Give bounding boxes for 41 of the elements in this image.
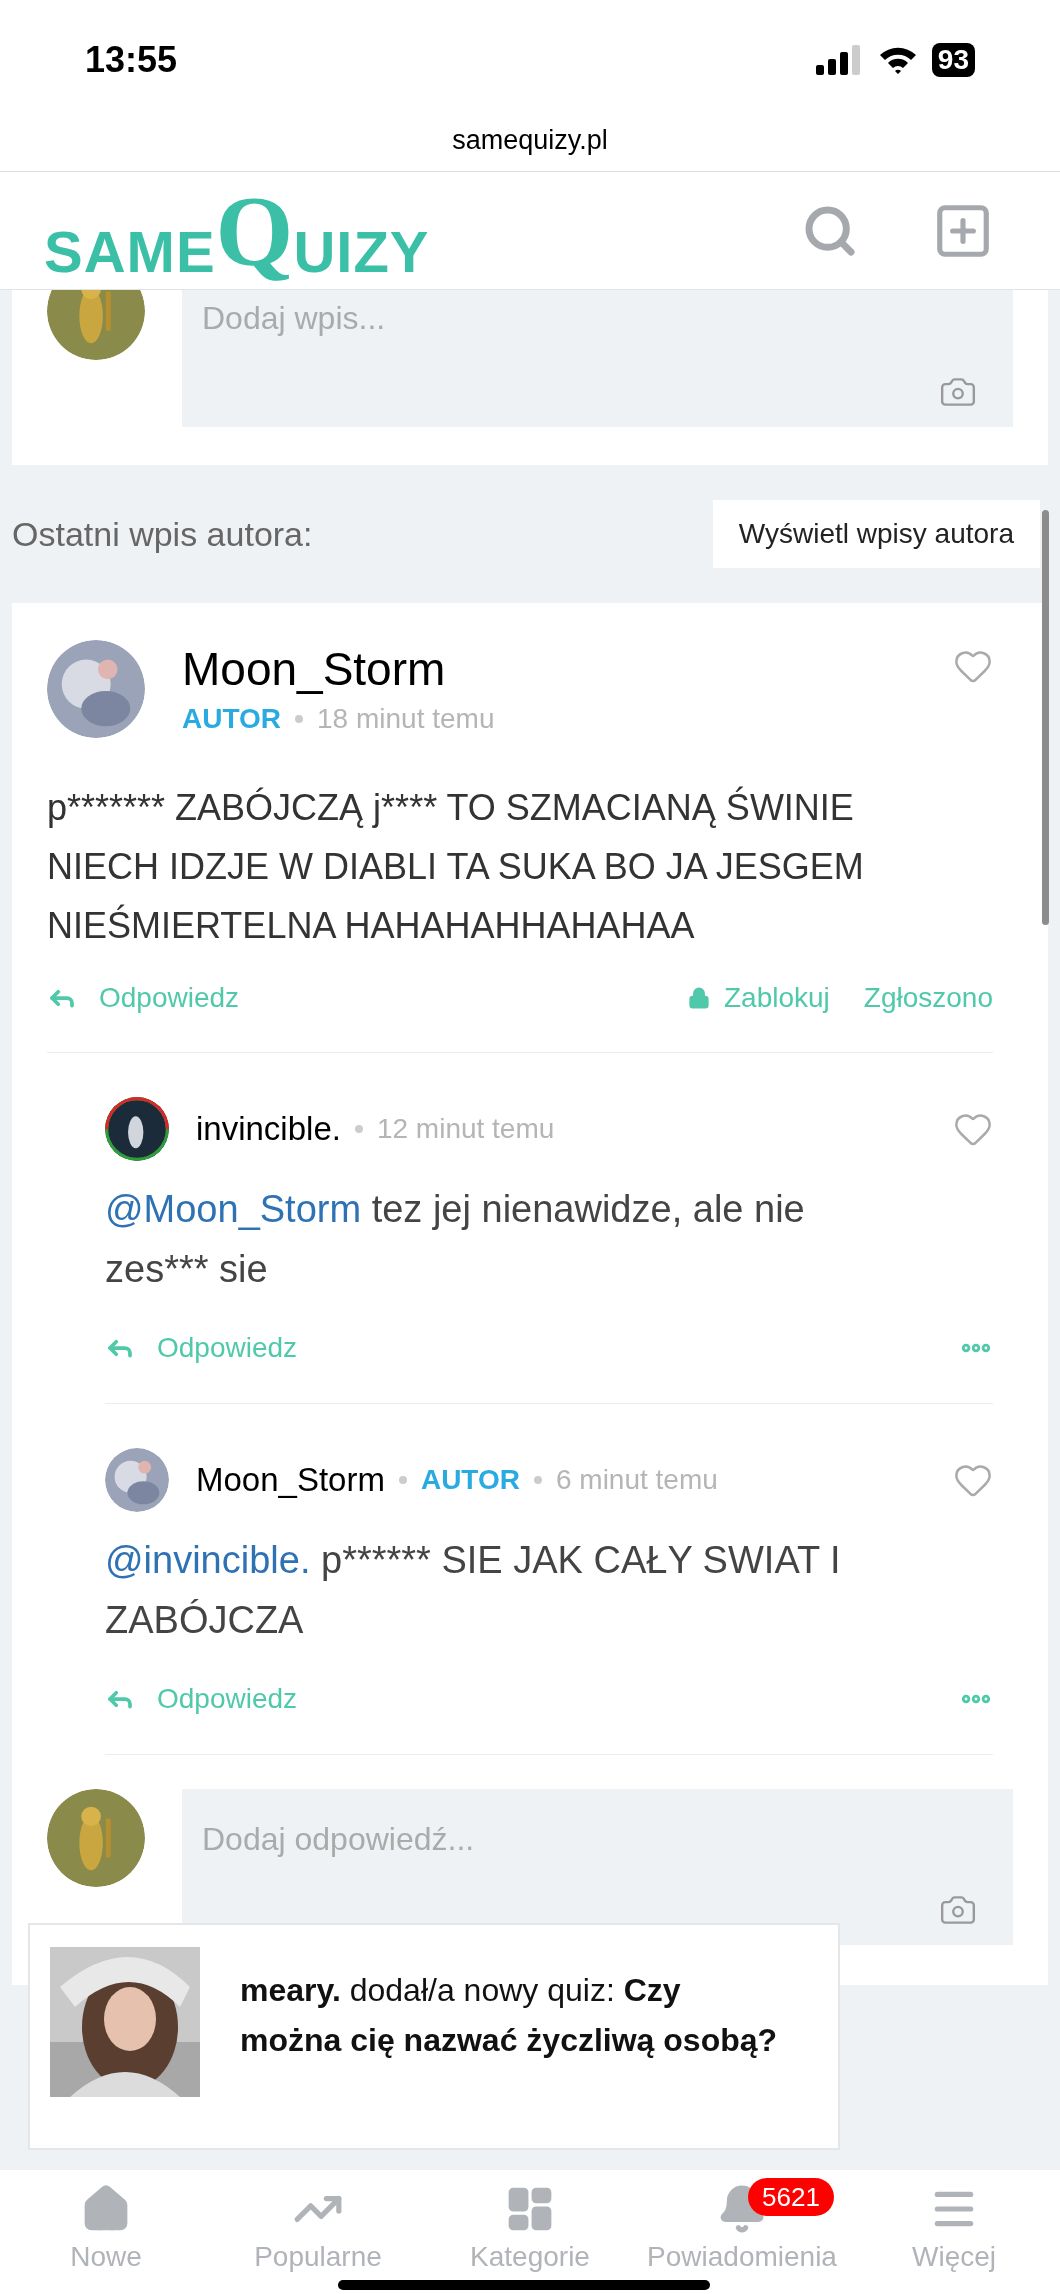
comment-text: @Moon_Storm tez jej nienawidze, ale nie zes*** sie: [105, 1187, 806, 1292]
scrollbar[interactable]: [1042, 510, 1049, 925]
author-name[interactable]: Moon_Storm: [182, 640, 495, 698]
signal-icon: [815, 45, 862, 75]
status-time: 13:55: [85, 38, 178, 82]
author-label: AUTOR: [420, 1463, 520, 1497]
reply-link[interactable]: Odpowiedz: [47, 977, 240, 1019]
mention-link[interactable]: @invincible.: [105, 1539, 311, 1581]
post-text: p******* ZABÓJCZĄ j**** TO SZMACIANĄ ŚWINIE NIECH IDZJE W DIABLI TA SUKA BO JA JESGEM NIEŚMIERTELNA HAHAHAHHAHAHAA: [47, 785, 865, 948]
reply-field[interactable]: Dodaj odpowiedź...: [202, 1815, 993, 1863]
new-post-field[interactable]: Dodaj wpis...: [202, 294, 993, 342]
comment-time: 6 minut temu: [555, 1463, 718, 1497]
notification-badge: 5621: [748, 2178, 834, 2216]
mention-link[interactable]: @Moon_Storm: [105, 1188, 362, 1230]
url-text: samequizy.pl: [452, 124, 608, 157]
author-name[interactable]: invincible.: [196, 1104, 341, 1154]
separator-dot-icon: [295, 715, 304, 723]
lock-icon: [687, 987, 710, 1009]
nav-tab[interactable]: Kategorie: [424, 2170, 636, 2294]
notification-text: meary. dodał/a nowy quiz: Czy można cię nazwać życzliwą osobą?: [240, 1971, 779, 2060]
nav-tab[interactable]: Więcej: [848, 2170, 1060, 2294]
nav-tab[interactable]: Nowe: [0, 2170, 212, 2294]
logo[interactable]: SAMEQUIZY: [44, 180, 430, 281]
post-composer[interactable]: Dodaj wpis...: [182, 290, 1013, 427]
reply-link[interactable]: Odpowiedz: [105, 1327, 298, 1369]
reply-link[interactable]: Odpowiedz: [105, 1678, 298, 1720]
separator-dot-icon: [398, 1476, 407, 1484]
post-time: 18 minut temu: [317, 702, 495, 736]
separator-dot-icon: [354, 1125, 363, 1133]
nav-tab[interactable]: Popularne: [212, 2170, 424, 2294]
section-title: Ostatni wpis autora:: [12, 513, 313, 555]
separator-dot-icon: [533, 1476, 542, 1484]
block-link[interactable]: Zablokuj: [687, 977, 830, 1019]
notification-toast[interactable]: meary. dodał/a nowy quiz: Czy można cię nazwać życzliwą osobą?: [28, 1923, 840, 2150]
comment-time: 12 minut temu: [376, 1112, 555, 1146]
author-name[interactable]: Moon_Storm: [196, 1455, 385, 1505]
report-link[interactable]: Zgłoszono: [863, 977, 993, 1019]
author-label: AUTOR: [182, 702, 282, 736]
comment-text: @invincible. p****** SIE JAK CAŁY SWIAT I ZABÓJCZA: [105, 1538, 842, 1643]
battery-indicator: 93: [931, 43, 975, 77]
author-posts-button[interactable]: Wyświetl wpisy autora: [712, 500, 1040, 568]
